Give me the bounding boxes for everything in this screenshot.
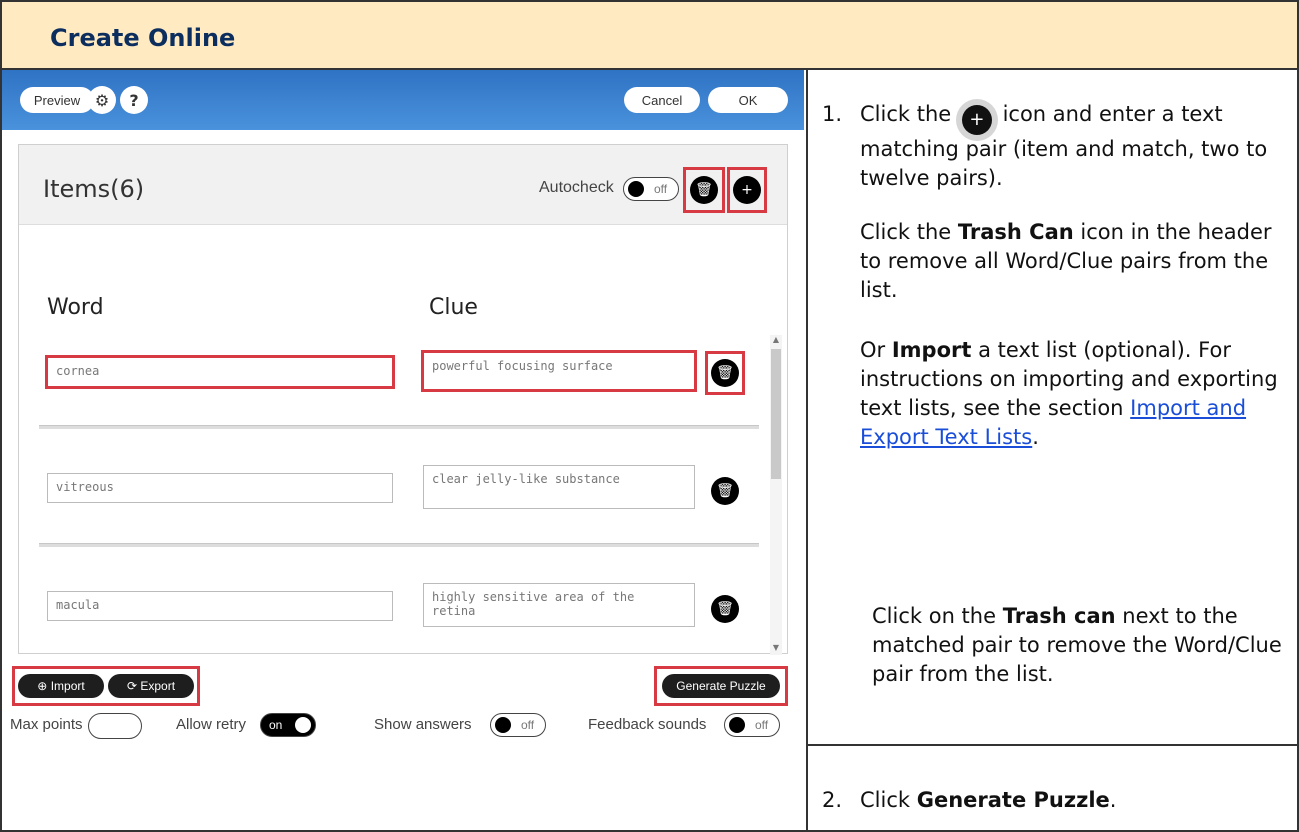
cancel-label: Cancel	[641, 92, 683, 108]
feedback-sounds-label: Feedback sounds	[588, 716, 707, 733]
import-button[interactable]: ⊕ Import	[18, 674, 104, 698]
trash-row-icon[interactable]: 🗑	[711, 595, 739, 623]
max-points-label: Max points	[10, 716, 83, 733]
preview-label: Preview	[33, 92, 81, 108]
word-column-header: Word	[47, 295, 104, 320]
scroll-down-icon[interactable]: ▼	[770, 643, 782, 655]
trash-all-icon[interactable]: 🗑	[690, 176, 718, 204]
feedback-sounds-toggle[interactable]: off	[724, 713, 780, 737]
clue-column-header: Clue	[429, 295, 478, 320]
trash-text-a: Click the	[860, 220, 952, 244]
plus-icon: +	[961, 105, 992, 135]
preview-button[interactable]: Preview	[20, 87, 94, 113]
ok-label: OK	[738, 92, 758, 108]
show-answers-label: Show answers	[374, 716, 472, 733]
toggle-knob	[495, 717, 511, 733]
pair-trash-instruction: Click on the Trash can next to the match…	[872, 602, 1292, 689]
export-button[interactable]: ⟳ Export	[108, 674, 194, 698]
gear-icon[interactable]: ⚙	[88, 86, 116, 114]
app-screenshot: Preview ⚙ ? Cancel OK Items(6) Autocheck…	[2, 70, 804, 720]
trash-text-bold: Trash Can	[957, 220, 1074, 244]
toggle-knob	[628, 181, 644, 197]
show-answers-toggle[interactable]: off	[490, 713, 546, 737]
import-instruction: Or Import a text list (optional). For in…	[860, 336, 1290, 452]
section-header: Create Online	[0, 0, 1299, 70]
list-scrollbar[interactable]: ▲ ▼	[770, 335, 782, 655]
step-1-number: 1.	[822, 102, 843, 126]
step-2-text-a: Click	[860, 788, 911, 812]
row-divider	[806, 744, 1299, 746]
word-input-highlight	[45, 355, 395, 389]
step-1-text: Click the + icon and enter a text matchi…	[860, 100, 1290, 193]
import-text-d: .	[1032, 425, 1039, 449]
items-title: Items(6)	[43, 175, 145, 203]
allow-retry-label: Allow retry	[176, 716, 247, 733]
allow-retry-state: on	[269, 718, 283, 732]
step-2-number: 2.	[822, 788, 843, 812]
allow-retry-toggle[interactable]: on	[260, 713, 316, 737]
feedback-sounds-state: off	[755, 718, 769, 732]
items-panel: Items(6) Autocheck off 🗑 + Word Clue cor…	[18, 144, 788, 655]
clue-input[interactable]: highly sensitive area of the retina	[423, 583, 695, 627]
clue-input-highlight	[421, 350, 697, 392]
help-icon[interactable]: ?	[120, 86, 148, 114]
pair-text-a: Click on the	[872, 604, 997, 628]
trash-header-instruction: Click the Trash Can icon in the header t…	[860, 218, 1290, 305]
step-2-text-bold: Generate Puzzle	[916, 788, 1110, 812]
autocheck-label: Autocheck	[539, 179, 614, 196]
trash-row-icon[interactable]: 🗑	[711, 359, 739, 387]
export-label: Export	[140, 679, 176, 693]
import-text-bold: Import	[891, 338, 972, 362]
page-title: Create Online	[50, 24, 236, 52]
word-input[interactable]: macula	[47, 591, 393, 621]
step-2-text-b: .	[1109, 788, 1117, 812]
max-points-input[interactable]	[88, 713, 142, 739]
trash-row-icon[interactable]: 🗑	[711, 477, 739, 505]
toggle-knob	[729, 717, 745, 733]
generate-puzzle-button[interactable]: Generate Puzzle	[662, 674, 780, 698]
ok-button[interactable]: OK	[708, 87, 788, 113]
toggle-knob	[295, 717, 311, 733]
clue-input[interactable]: clear jelly-like substance	[423, 465, 695, 509]
help-label: ?	[129, 90, 139, 110]
app-toolbar: Preview ⚙ ? Cancel OK	[2, 70, 804, 130]
generate-label: Generate Puzzle	[676, 679, 766, 693]
import-label: Import	[50, 679, 85, 693]
row-separator	[39, 425, 759, 429]
scroll-up-icon[interactable]: ▲	[770, 335, 782, 347]
scroll-thumb[interactable]	[771, 349, 781, 479]
autocheck-toggle[interactable]: off	[623, 177, 679, 201]
autocheck-state: off	[654, 182, 668, 196]
step-1-text-a: Click the	[860, 102, 952, 126]
word-input[interactable]: vitreous	[47, 473, 393, 503]
column-divider	[806, 70, 808, 832]
plus-icon[interactable]: +	[733, 176, 761, 204]
cancel-button[interactable]: Cancel	[624, 87, 700, 113]
items-header: Items(6) Autocheck off 🗑 +	[19, 145, 787, 225]
import-text-b: a text list (optional).	[978, 338, 1192, 362]
step-2-text: Click Generate Puzzle.	[860, 786, 1290, 815]
show-answers-state: off	[521, 718, 535, 732]
pair-text-bold: Trash can	[1002, 604, 1116, 628]
import-text-a: Or	[860, 338, 886, 362]
row-separator	[39, 543, 759, 547]
